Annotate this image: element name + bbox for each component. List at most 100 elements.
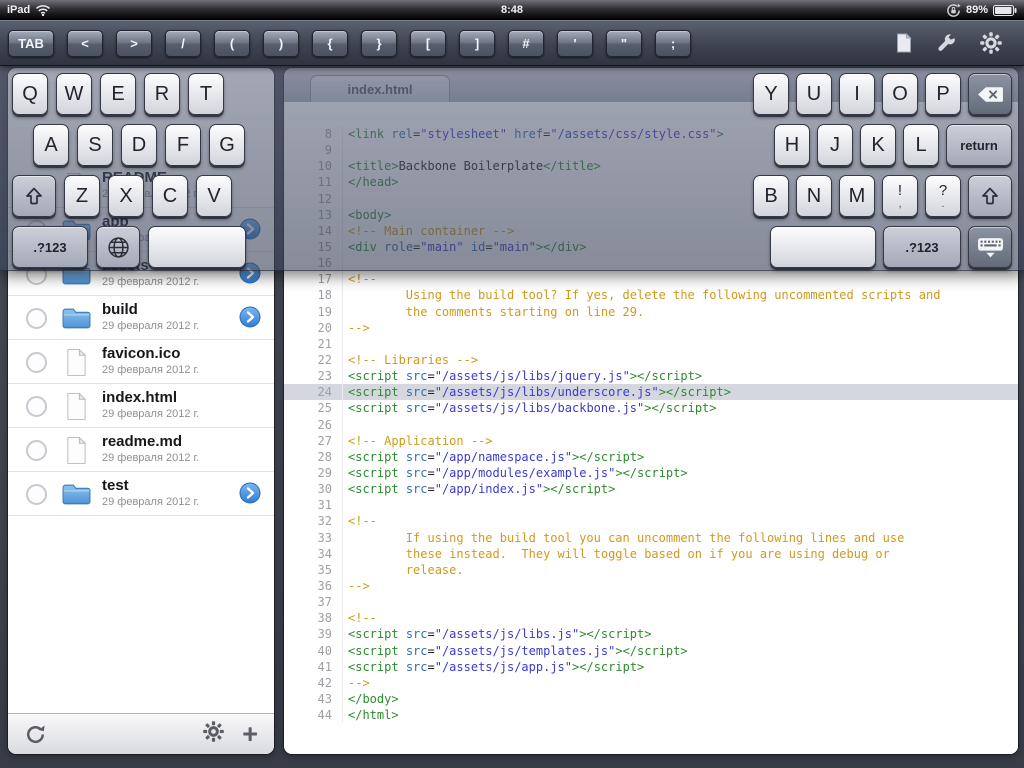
refresh-icon[interactable] bbox=[24, 723, 47, 746]
file-row[interactable]: index.html 29 февраля 2012 г. bbox=[8, 384, 274, 428]
code-text[interactable]: Using the build tool? If yes, delete the… bbox=[343, 287, 941, 303]
document-icon[interactable] bbox=[896, 33, 912, 53]
file-row[interactable]: readme.md 29 февраля 2012 г. bbox=[8, 428, 274, 472]
code-text[interactable]: <script src="/app/modules/example.js"></… bbox=[343, 465, 688, 481]
key-e[interactable]: E bbox=[100, 73, 136, 115]
code-text[interactable]: <script src="/assets/js/templates.js"></… bbox=[343, 643, 688, 659]
accessory-key-symbol-5[interactable]: ) bbox=[263, 29, 299, 57]
key-y[interactable]: Y bbox=[753, 73, 789, 115]
select-circle[interactable] bbox=[26, 308, 47, 329]
key-k[interactable]: K bbox=[860, 124, 896, 166]
code-text[interactable]: these instead. They will toggle based on… bbox=[343, 546, 890, 562]
key-m[interactable]: M bbox=[839, 175, 875, 217]
globe-key[interactable] bbox=[96, 226, 140, 268]
numbers-right-key[interactable]: .?123 bbox=[883, 226, 961, 268]
accessory-key-symbol-10[interactable]: # bbox=[508, 29, 544, 57]
accessory-key-symbol-6[interactable]: { bbox=[312, 29, 348, 57]
code-token: "/assets/js/libs/jquery.js" bbox=[434, 369, 630, 384]
code-text[interactable]: <script src="/assets/js/app.js"></script… bbox=[343, 659, 644, 675]
key-r[interactable]: R bbox=[144, 73, 180, 115]
code-text[interactable]: <!-- bbox=[343, 271, 377, 287]
code-text[interactable] bbox=[343, 497, 348, 513]
code-text[interactable]: the comments starting on line 29. bbox=[343, 304, 644, 320]
key-u[interactable]: U bbox=[796, 73, 832, 115]
accessory-key-symbol-9[interactable]: ] bbox=[459, 29, 495, 57]
hide-keyboard-key[interactable] bbox=[968, 226, 1012, 268]
code-text[interactable]: <!-- Application --> bbox=[343, 433, 493, 449]
select-circle[interactable] bbox=[26, 484, 47, 505]
space-left-key[interactable] bbox=[148, 226, 246, 268]
code-text[interactable]: release. bbox=[343, 562, 464, 578]
code-text[interactable]: </html> bbox=[343, 707, 399, 723]
shift-right-key[interactable] bbox=[968, 175, 1012, 217]
key-x[interactable]: X bbox=[108, 175, 144, 217]
disclosure-button[interactable] bbox=[239, 306, 261, 328]
code-text[interactable] bbox=[343, 417, 348, 433]
accessory-key-symbol-1[interactable]: < bbox=[67, 29, 103, 57]
key-q[interactable]: Q bbox=[12, 73, 48, 115]
key-i[interactable]: I bbox=[839, 73, 875, 115]
accessory-key-symbol-4[interactable]: ( bbox=[214, 29, 250, 57]
accessory-key-symbol-8[interactable]: [ bbox=[410, 29, 446, 57]
key-o[interactable]: O bbox=[882, 73, 918, 115]
code-text[interactable]: --> bbox=[343, 320, 370, 336]
accessory-key-tab[interactable]: TAB bbox=[8, 29, 54, 57]
backspace-key[interactable] bbox=[968, 73, 1012, 115]
code-text[interactable] bbox=[343, 594, 348, 610]
accessory-key-symbol-2[interactable]: > bbox=[116, 29, 152, 57]
wrench-icon[interactable] bbox=[936, 33, 956, 53]
file-row[interactable]: favicon.ico 29 февраля 2012 г. bbox=[8, 340, 274, 384]
file-row[interactable]: test 29 февраля 2012 г. bbox=[8, 472, 274, 516]
accessory-key-symbol-7[interactable]: } bbox=[361, 29, 397, 57]
return-key[interactable]: return bbox=[946, 124, 1012, 166]
key-t[interactable]: T bbox=[188, 73, 224, 115]
code-text[interactable]: <!-- bbox=[343, 610, 377, 626]
exclamation-key[interactable]: !, bbox=[882, 175, 918, 217]
code-text[interactable]: <script src="/app/namespace.js"></script… bbox=[343, 449, 644, 465]
key-l[interactable]: L bbox=[903, 124, 939, 166]
select-circle[interactable] bbox=[26, 396, 47, 417]
code-text[interactable]: --> bbox=[343, 578, 370, 594]
key-w[interactable]: W bbox=[56, 73, 92, 115]
code-text[interactable]: <!-- bbox=[343, 513, 377, 529]
accessory-key-symbol-12[interactable]: " bbox=[606, 29, 642, 57]
space-right-key[interactable] bbox=[770, 226, 876, 268]
key-s[interactable]: S bbox=[77, 124, 113, 166]
code-text[interactable] bbox=[343, 336, 348, 352]
gear-icon[interactable] bbox=[980, 32, 1002, 54]
key-c[interactable]: C bbox=[152, 175, 188, 217]
select-circle[interactable] bbox=[26, 440, 47, 461]
code-text[interactable]: <script src="/app/index.js"></script> bbox=[343, 481, 615, 497]
add-file-button[interactable]: + bbox=[242, 720, 258, 748]
code-text[interactable]: <!-- Libraries --> bbox=[343, 352, 478, 368]
key-b[interactable]: B bbox=[753, 175, 789, 217]
key-g[interactable]: G bbox=[209, 124, 245, 166]
code-text[interactable]: <script src="/assets/js/libs/underscore.… bbox=[343, 384, 731, 400]
numbers-left-key[interactable]: .?123 bbox=[12, 226, 88, 268]
code-text[interactable]: <script src="/assets/js/libs.js"></scrip… bbox=[343, 626, 651, 642]
code-text[interactable]: If using the build tool you can uncommen… bbox=[343, 530, 905, 546]
shift-left-key[interactable] bbox=[12, 175, 56, 217]
code-text[interactable]: <script src="/assets/js/libs/backbone.js… bbox=[343, 400, 717, 416]
key-v[interactable]: V bbox=[196, 175, 232, 217]
key-a[interactable]: A bbox=[33, 124, 69, 166]
key-h[interactable]: H bbox=[774, 124, 810, 166]
key-d[interactable]: D bbox=[121, 124, 157, 166]
select-circle[interactable] bbox=[26, 352, 47, 373]
code-text[interactable]: <script src="/assets/js/libs/jquery.js">… bbox=[343, 368, 702, 384]
question-key[interactable]: ?. bbox=[925, 175, 961, 217]
line-number: 20 bbox=[284, 319, 343, 336]
file-row[interactable]: build 29 февраля 2012 г. bbox=[8, 296, 274, 340]
accessory-key-symbol-3[interactable]: / bbox=[165, 29, 201, 57]
key-f[interactable]: F bbox=[165, 124, 201, 166]
key-p[interactable]: P bbox=[925, 73, 961, 115]
code-text[interactable]: </body> bbox=[343, 691, 399, 707]
key-z[interactable]: Z bbox=[64, 175, 100, 217]
key-j[interactable]: J bbox=[817, 124, 853, 166]
accessory-key-symbol-11[interactable]: ' bbox=[557, 29, 593, 57]
disclosure-button[interactable] bbox=[239, 482, 261, 504]
code-text[interactable]: --> bbox=[343, 675, 370, 691]
key-n[interactable]: N bbox=[796, 175, 832, 217]
accessory-key-symbol-13[interactable]: ; bbox=[655, 29, 691, 57]
sidebar-settings-icon[interactable] bbox=[203, 721, 225, 747]
